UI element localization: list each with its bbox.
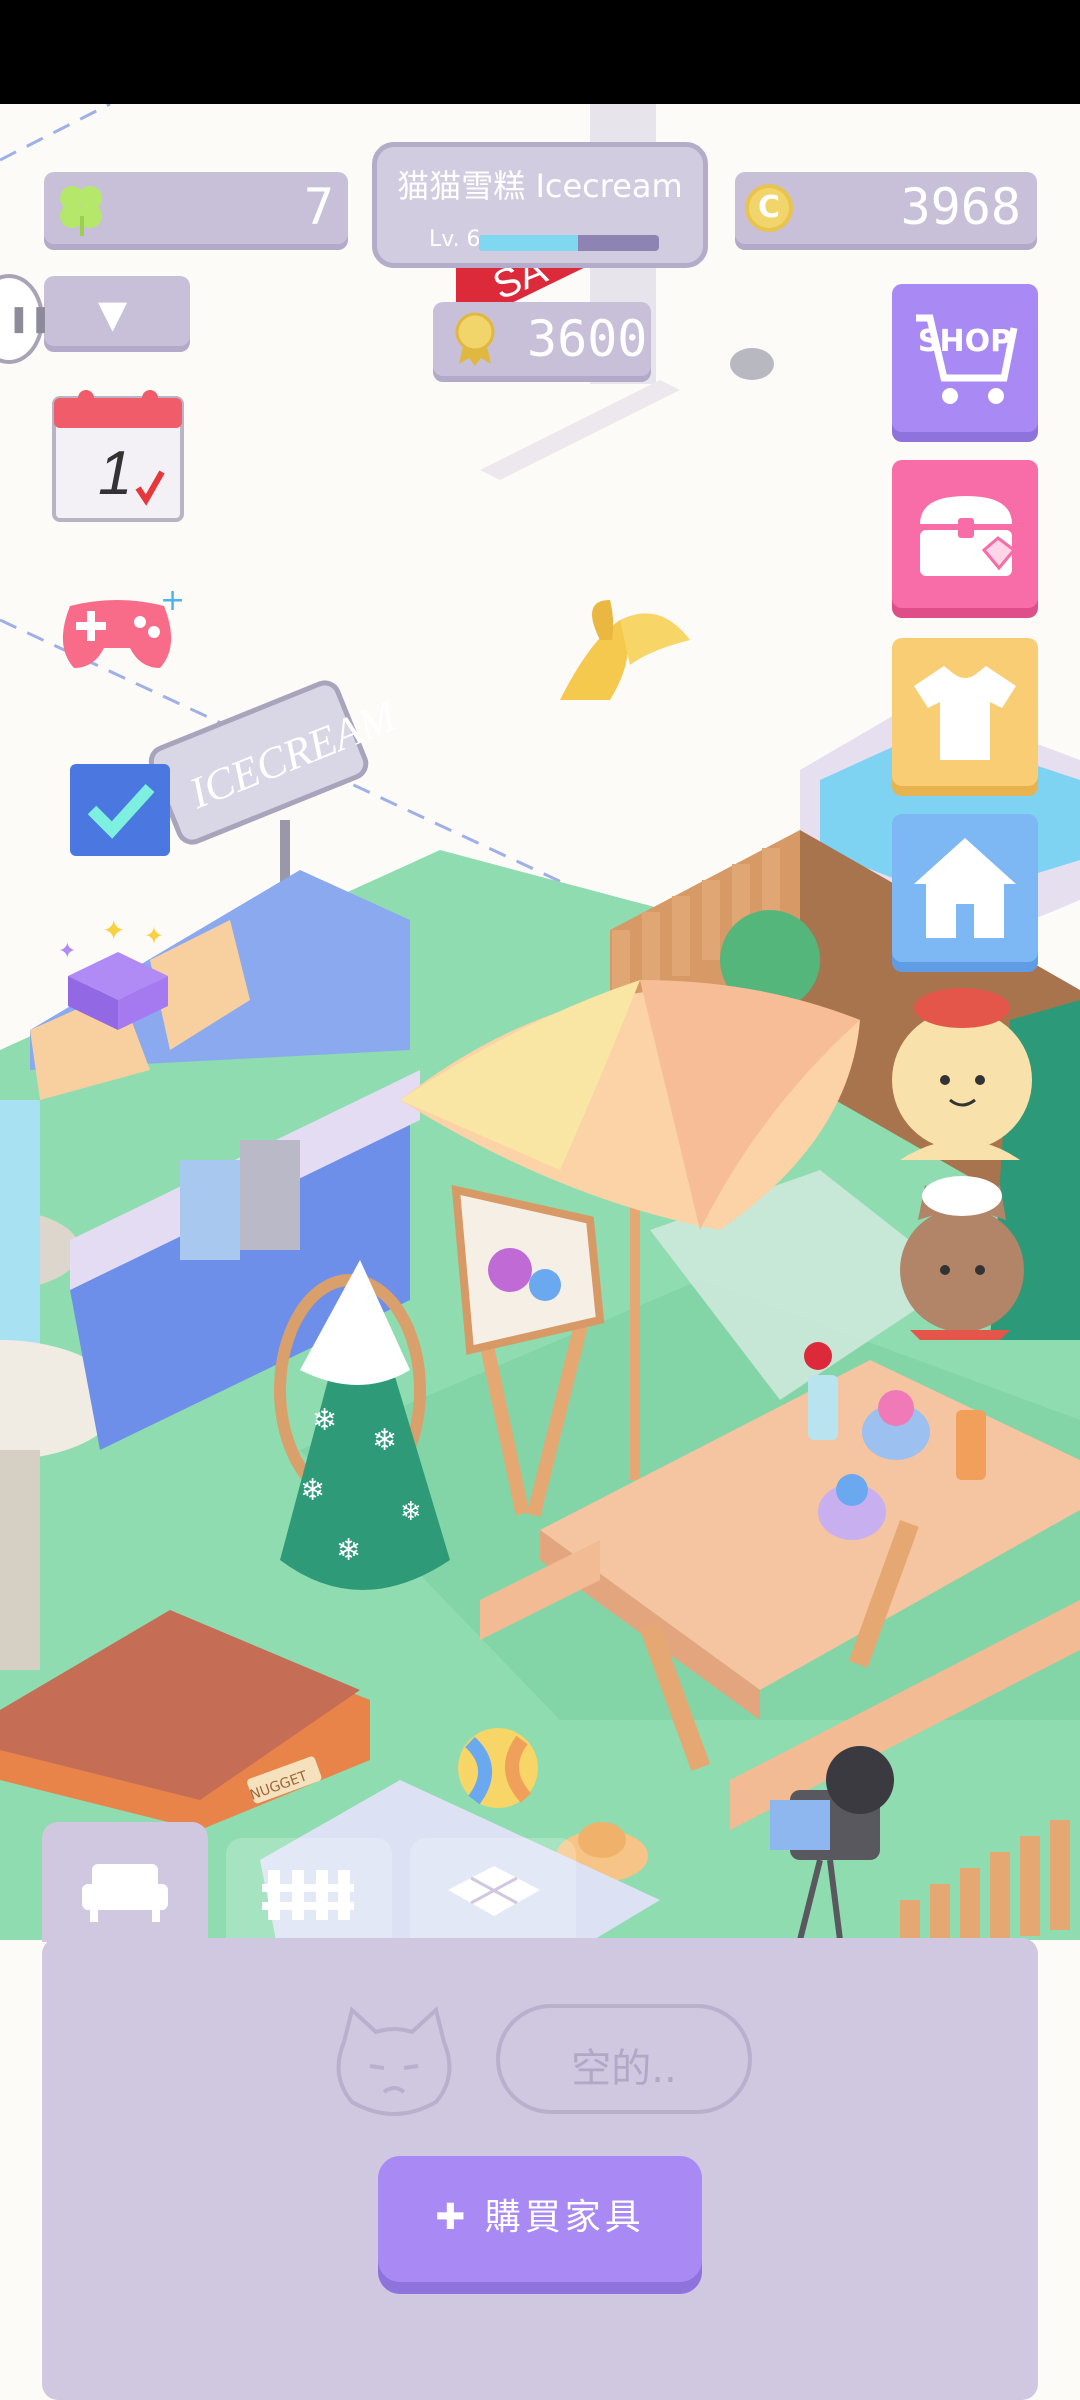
clover-icon [60, 186, 102, 236]
svg-text:✦: ✦ [144, 922, 164, 950]
pause-icon: ❚❚ [8, 304, 52, 334]
trophy-counter[interactable]: 3600 [433, 302, 651, 376]
empty-speech-bubble: 空的.. [496, 2004, 752, 2114]
buy-furniture-label: ✚ 購買家具 [378, 2188, 702, 2240]
xp-progress-bar [479, 235, 659, 251]
calendar-icon[interactable]: 1 [50, 384, 186, 524]
svg-text:❄: ❄ [300, 1473, 325, 1508]
svg-text:❄: ❄ [312, 1403, 337, 1438]
rock [730, 348, 774, 380]
trophy-icon [455, 312, 495, 366]
fence-icon [262, 1870, 354, 1920]
buy-furniture-button[interactable]: ✚ 購買家具 [378, 2156, 702, 2282]
shirt-icon [914, 666, 1016, 760]
empty-text: 空的.. [571, 2046, 677, 2092]
menu-dropdown-button[interactable]: ▼ [44, 276, 190, 346]
buy-furniture-text: 購買家具 [484, 2197, 645, 2238]
gamepad-icon[interactable]: + [50, 586, 184, 676]
shop-name: 猫猫雪糕 Icecream [397, 167, 683, 205]
plus-icon: ✚ [435, 2197, 485, 2238]
clover-counter[interactable]: 7 [44, 172, 348, 244]
home-button[interactable] [892, 814, 1038, 962]
shop-button[interactable]: SHOP [892, 284, 1038, 432]
home-icon [914, 838, 1016, 938]
svg-text:❄: ❄ [400, 1497, 422, 1527]
svg-text:+: + [160, 586, 184, 618]
wardrobe-button[interactable] [892, 638, 1038, 786]
trophy-count: 3600 [527, 310, 648, 368]
sofa-icon [82, 1864, 168, 1922]
treasure-chest-icon [920, 496, 1017, 576]
tab-floor-tiles[interactable] [410, 1838, 576, 1938]
level-label: Lv. 6 [429, 227, 481, 252]
shop-level-sign[interactable]: 猫猫雪糕 Icecream Lv. 6 [372, 142, 708, 268]
tab-furniture[interactable] [42, 1822, 208, 1942]
coin-counter[interactable]: C 3968 [735, 172, 1037, 244]
gift-box-icon[interactable]: ✦ ✦ ✦ [52, 906, 184, 1036]
svg-text:❄: ❄ [336, 1533, 361, 1568]
svg-text:✦: ✦ [102, 914, 125, 947]
tab-fences[interactable] [226, 1838, 392, 1938]
coin-count: 3968 [900, 178, 1021, 236]
shop-cart-icon [916, 314, 1018, 404]
coin-icon: C [745, 184, 793, 232]
calendar-day: 1 [98, 439, 132, 508]
beach-ball[interactable] [458, 1728, 538, 1808]
status-bar [0, 0, 1080, 104]
svg-text:✦: ✦ [58, 939, 76, 964]
checklist-icon[interactable] [68, 754, 172, 858]
treasure-chest-button[interactable] [892, 460, 1038, 608]
dropdown-chevron-icon: ▼ [98, 292, 128, 336]
svg-text:❄: ❄ [372, 1423, 397, 1458]
sad-cat-icon [336, 2006, 452, 2116]
tile-icon [448, 1866, 540, 1916]
clover-count: 7 [303, 178, 334, 236]
xp-progress-fill [479, 235, 578, 251]
